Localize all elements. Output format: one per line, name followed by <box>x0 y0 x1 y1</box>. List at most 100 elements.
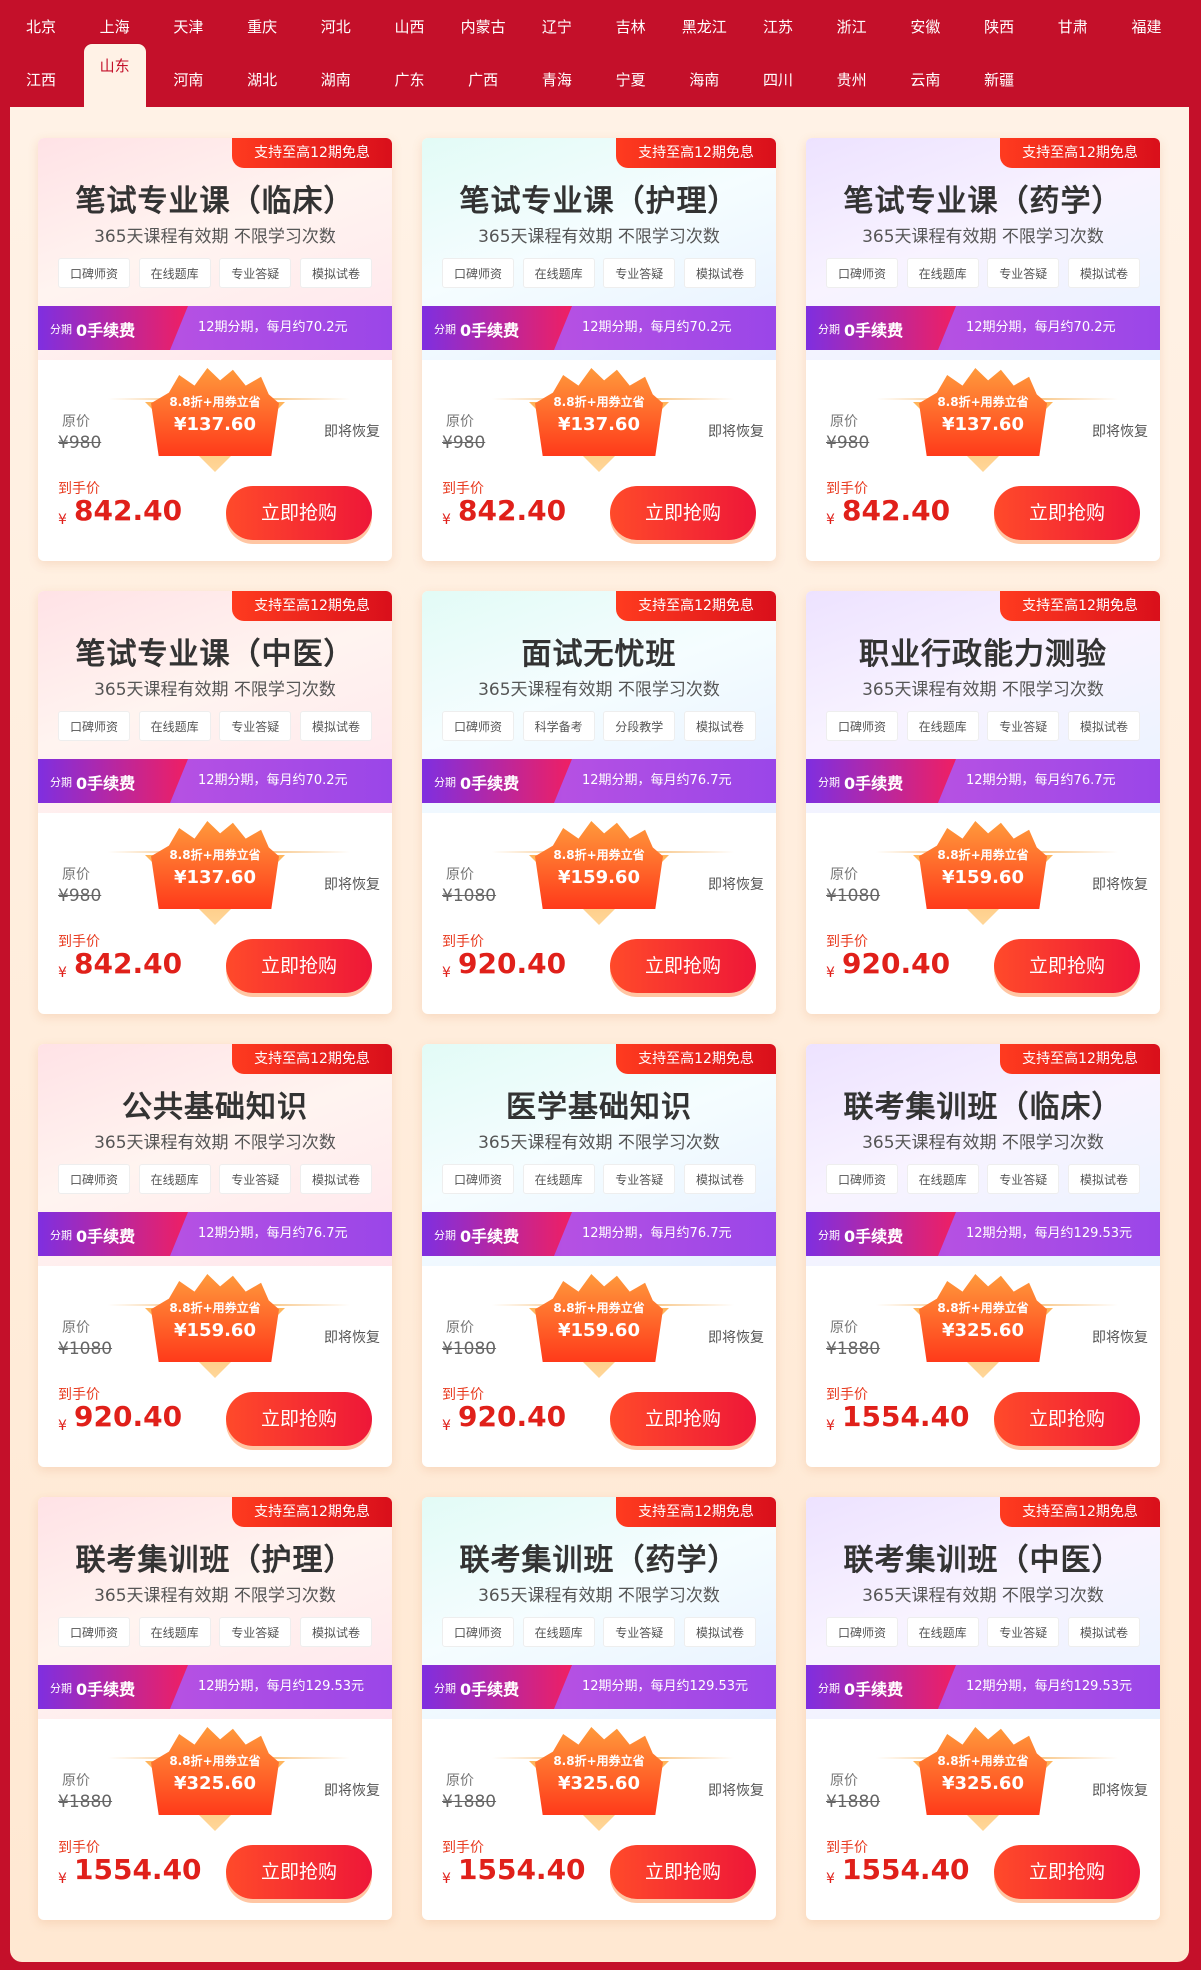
fee-prefix: 分期 <box>818 323 840 336</box>
province-tab[interactable]: 贵州 <box>821 60 883 100</box>
interest-free-badge: 支持至高12期免息 <box>616 591 776 621</box>
province-tab[interactable]: 新疆 <box>968 60 1030 100</box>
discount-flame-icon: 8.8折+用券立省 ¥325.60 <box>913 1274 1053 1378</box>
province-tab[interactable]: 河南 <box>157 60 219 100</box>
buy-now-button[interactable]: 立即抢购 <box>226 486 372 540</box>
feature-chips: 口碑师资 在线题库 专业答疑 模拟试卷 <box>58 1164 372 1194</box>
buy-now-button[interactable]: 立即抢购 <box>994 1845 1140 1899</box>
original-price: ¥980 <box>442 433 486 453</box>
feature-chip: 科学备考 <box>522 711 595 741</box>
fee-prefix: 分期 <box>50 776 72 789</box>
course-card[interactable]: 支持至高12期免息 联考集训班（临床） 365天课程有效期 不限学习次数 口碑师… <box>806 1044 1160 1467</box>
flame-shape <box>151 1274 279 1362</box>
province-tab[interactable]: 甘肃 <box>1042 7 1104 47</box>
final-price: 1554.40 <box>458 1853 586 1886</box>
province-tab[interactable]: 云南 <box>894 60 956 100</box>
feature-chip: 专业答疑 <box>603 1617 676 1647</box>
feature-chip: 在线题库 <box>522 258 595 288</box>
province-tab[interactable]: 浙江 <box>821 7 883 47</box>
feature-chip: 模拟试卷 <box>1067 1617 1140 1647</box>
discount-flame-icon: 8.8折+用券立省 ¥325.60 <box>913 1727 1053 1831</box>
buy-now-button[interactable]: 立即抢购 <box>610 1845 756 1899</box>
card-header: 支持至高12期免息 公共基础知识 365天课程有效期 不限学习次数 口碑师资 在线… <box>38 1044 392 1266</box>
course-card[interactable]: 支持至高12期免息 联考集训班（护理） 365天课程有效期 不限学习次数 口碑师… <box>38 1497 392 1920</box>
feature-chip: 口碑师资 <box>442 711 514 741</box>
province-tab[interactable]: 江苏 <box>747 7 809 47</box>
province-tab[interactable]: 青海 <box>526 60 588 100</box>
course-card[interactable]: 支持至高12期免息 联考集训班（药学） 365天课程有效期 不限学习次数 口碑师… <box>422 1497 776 1920</box>
province-tab[interactable]: 吉林 <box>600 7 662 47</box>
course-card[interactable]: 支持至高12期免息 笔试专业课（药学） 365天课程有效期 不限学习次数 口碑师… <box>806 138 1160 561</box>
buy-now-button[interactable]: 立即抢购 <box>226 1845 372 1899</box>
interest-free-badge: 支持至高12期免息 <box>616 1497 776 1527</box>
province-tab[interactable]: 天津 <box>157 7 219 47</box>
province-tab[interactable]: 福建 <box>1116 7 1178 47</box>
installment-bar: 分期 0手续费 12期分期，每月约76.7元 <box>806 759 1160 803</box>
course-card[interactable]: 支持至高12期免息 笔试专业课（临床） 365天课程有效期 不限学习次数 口碑师… <box>38 138 392 561</box>
province-tab[interactable]: 海南 <box>673 60 735 100</box>
course-card[interactable]: 支持至高12期免息 笔试专业课（中医） 365天课程有效期 不限学习次数 口碑师… <box>38 591 392 1014</box>
province-tab[interactable]: 上海 <box>84 7 146 47</box>
feature-chips: 口碑师资 在线题库 专业答疑 模拟试卷 <box>442 1164 756 1194</box>
course-card[interactable]: 支持至高12期免息 面试无忧班 365天课程有效期 不限学习次数 口碑师资 科学备… <box>422 591 776 1014</box>
province-tab[interactable]: 辽宁 <box>526 7 588 47</box>
province-tab[interactable]: 重庆 <box>231 7 293 47</box>
province-tab[interactable]: 内蒙古 <box>452 7 514 47</box>
course-card[interactable]: 支持至高12期免息 医学基础知识 365天课程有效期 不限学习次数 口碑师资 在线… <box>422 1044 776 1467</box>
final-price: 842.40 <box>842 494 951 527</box>
province-tab[interactable]: 广西 <box>452 60 514 100</box>
buy-now-button[interactable]: 立即抢购 <box>610 939 756 993</box>
zero-fee-tag: 分期 0手续费 <box>422 1665 572 1709</box>
fee-prefix: 分期 <box>50 323 72 336</box>
fee-prefix: 分期 <box>50 1682 72 1695</box>
buy-now-button[interactable]: 立即抢购 <box>610 486 756 540</box>
buy-now-button[interactable]: 立即抢购 <box>226 1392 372 1446</box>
province-tab[interactable]: 四川 <box>747 60 809 100</box>
buy-now-button[interactable]: 立即抢购 <box>994 1392 1140 1446</box>
fee-main: 0手续费 <box>76 774 136 793</box>
buy-now-button[interactable]: 立即抢购 <box>226 939 372 993</box>
feature-chip: 口碑师资 <box>826 711 898 741</box>
course-card[interactable]: 支持至高12期免息 公共基础知识 365天课程有效期 不限学习次数 口碑师资 在线… <box>38 1044 392 1467</box>
buy-now-button[interactable]: 立即抢购 <box>610 1392 756 1446</box>
course-card[interactable]: 支持至高12期免息 职业行政能力测验 365天课程有效期 不限学习次数 口碑师资… <box>806 591 1160 1014</box>
province-tab[interactable]: 河北 <box>305 7 367 47</box>
flame-shape <box>151 821 279 909</box>
restore-note: 即将恢复 <box>708 1330 764 1346</box>
feature-chip: 口碑师资 <box>826 1617 898 1647</box>
province-tab[interactable]: 湖北 <box>231 60 293 100</box>
province-tab[interactable]: 北京 <box>10 7 72 47</box>
fee-main: 0手续费 <box>76 1227 136 1246</box>
installment-bar: 分期 0手续费 12期分期，每月约76.7元 <box>422 1212 776 1256</box>
zero-fee-tag: 分期 0手续费 <box>38 759 188 803</box>
buy-now-button[interactable]: 立即抢购 <box>994 486 1140 540</box>
discount-text: 8.8折+用券立省 <box>553 1301 645 1315</box>
feature-chip: 专业答疑 <box>219 1617 292 1647</box>
saving-amount: ¥159.60 <box>174 1320 256 1341</box>
installment-plan: 12期分期，每月约76.7元 <box>582 773 732 788</box>
province-tab[interactable]: 黑龙江 <box>673 7 735 47</box>
final-price: 1554.40 <box>74 1853 202 1886</box>
course-title: 笔试专业课（临床） <box>75 184 355 219</box>
province-tab[interactable]: 广东 <box>379 60 441 100</box>
restore-note: 即将恢复 <box>1092 1330 1148 1346</box>
province-tab[interactable]: 山东 <box>83 44 146 108</box>
province-tab[interactable]: 安徽 <box>894 7 956 47</box>
interest-free-badge: 支持至高12期免息 <box>1000 138 1160 168</box>
province-tab[interactable]: 湖南 <box>305 60 367 100</box>
feature-chips: 口碑师资 科学备考 分段教学 模拟试卷 <box>442 711 756 741</box>
province-tab[interactable]: 宁夏 <box>600 60 662 100</box>
course-title: 联考集训班（中医） <box>843 1543 1123 1578</box>
restore-note: 即将恢复 <box>1092 424 1148 440</box>
province-tab[interactable]: 山西 <box>379 7 441 47</box>
course-card[interactable]: 支持至高12期免息 笔试专业课（护理） 365天课程有效期 不限学习次数 口碑师… <box>422 138 776 561</box>
validity-text: 365天课程有效期 不限学习次数 <box>94 680 336 700</box>
province-tab[interactable]: 江西 <box>10 60 72 100</box>
validity-text: 365天课程有效期 不限学习次数 <box>94 1586 336 1606</box>
course-card[interactable]: 支持至高12期免息 联考集训班（中医） 365天课程有效期 不限学习次数 口碑师… <box>806 1497 1160 1920</box>
buy-now-button[interactable]: 立即抢购 <box>994 939 1140 993</box>
final-price: 920.40 <box>842 947 951 980</box>
currency-symbol: ¥ <box>826 1871 835 1887</box>
fee-prefix: 分期 <box>434 1229 456 1242</box>
province-tab[interactable]: 陕西 <box>968 7 1030 47</box>
